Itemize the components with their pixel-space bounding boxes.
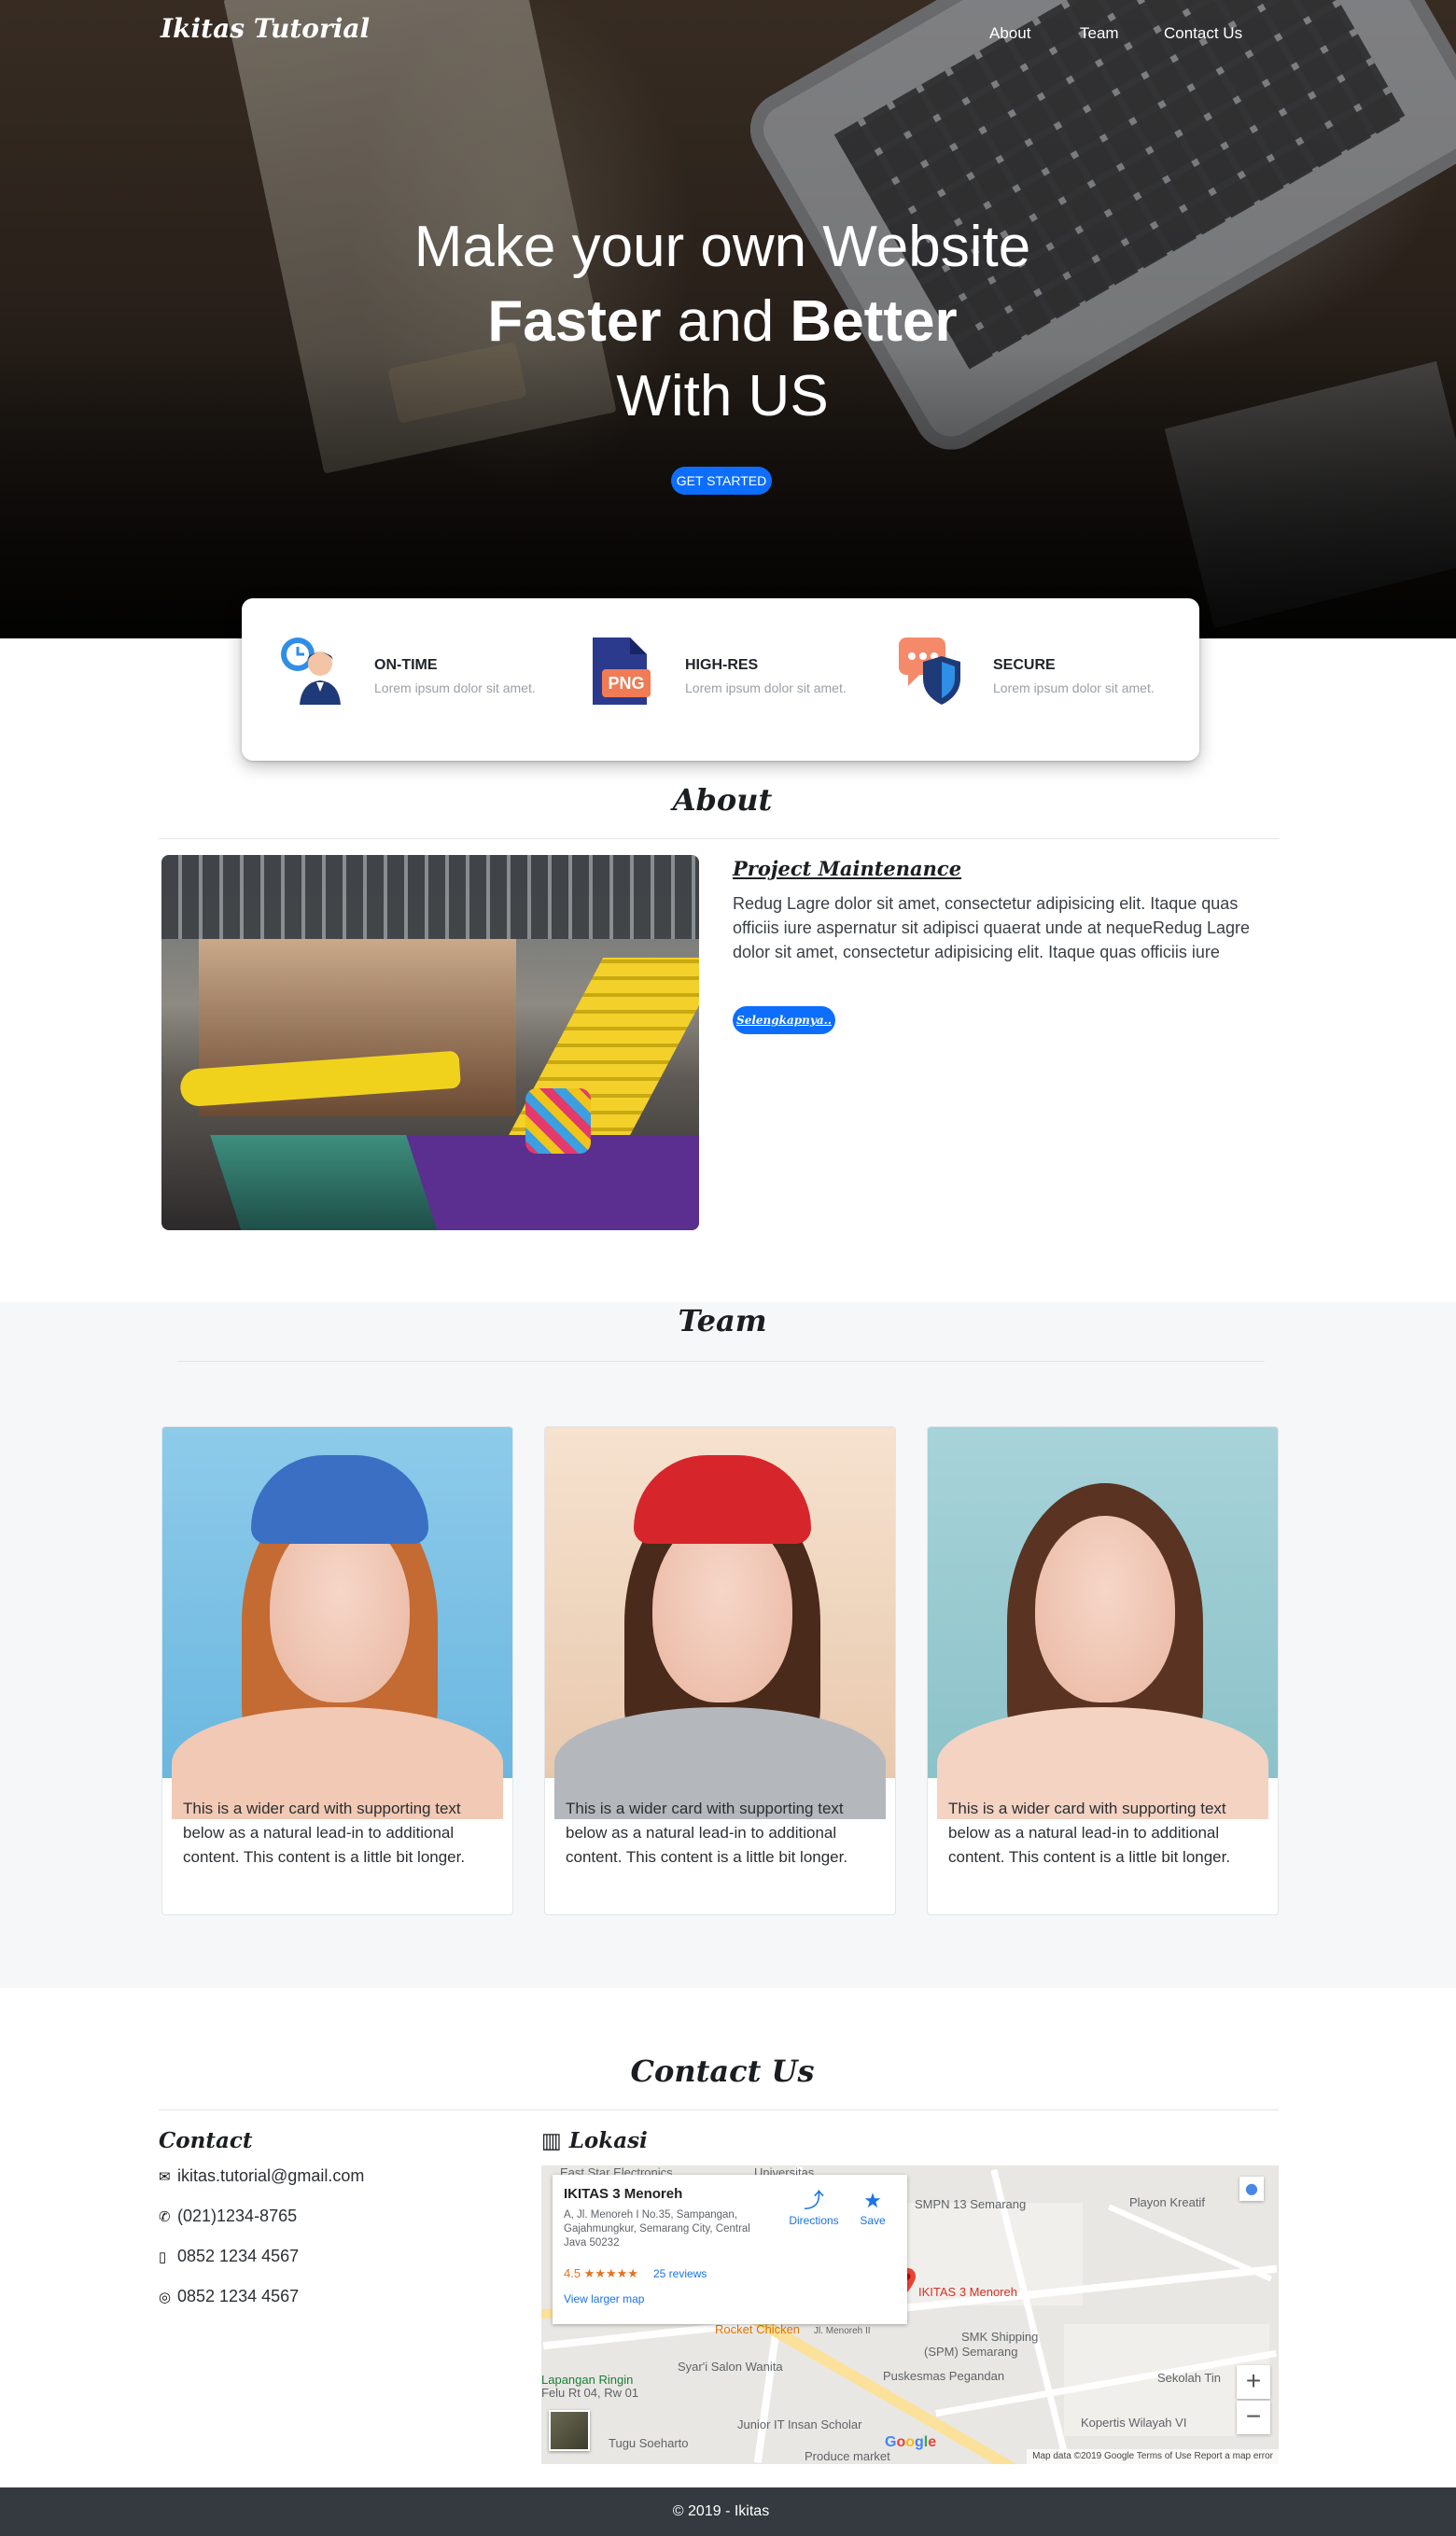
directions-icon: ⤴ xyxy=(803,2189,824,2212)
hero-better: Better xyxy=(790,289,958,354)
feature-secure: SECURE Lorem ipsum dolor sit amet. xyxy=(895,634,1194,727)
map-zoom-out-button[interactable]: − xyxy=(1237,2401,1270,2434)
map-label-smk: SMK Shipping xyxy=(961,2330,1039,2344)
hero-section: Ikitas Tutorial About Team Contact Us Ma… xyxy=(0,0,1456,638)
map-label-syari: Syar'i Salon Wanita xyxy=(678,2360,783,2374)
phone-icon: ✆ xyxy=(159,2209,171,2225)
map-label-puskesmas: Puskesmas Pegandan xyxy=(883,2369,1005,2383)
map-label-spm: (SPM) Semarang xyxy=(924,2345,1018,2359)
features-card: ON-TIME Lorem ipsum dolor sit amet. PNG … xyxy=(242,598,1199,761)
team-photo xyxy=(928,1427,1278,1819)
contact-whatsapp[interactable]: ◎ 0852 1234 4567 xyxy=(159,2287,299,2306)
footer: © 2019 - Ikitas xyxy=(0,2487,1456,2536)
map-label-kopertis: Kopertis Wilayah VI xyxy=(1081,2416,1187,2430)
hero-faster: Faster xyxy=(487,289,662,354)
envelope-icon: ✉ xyxy=(159,2169,171,2185)
map-label-smpn: SMPN 13 Semarang xyxy=(915,2197,1027,2211)
hero-line-2: Faster and Better xyxy=(0,285,1445,359)
png-file-icon: PNG xyxy=(593,638,651,705)
map-label-rocket: Rocket Chicken xyxy=(715,2322,801,2336)
location-heading: ▥ Lokasi xyxy=(541,2128,648,2153)
map-attribution[interactable]: Map data ©2019 Google Terms of Use Repor… xyxy=(1027,2449,1279,2464)
map-label-tugu: Tugu Soeharto xyxy=(609,2436,689,2450)
about-office-image xyxy=(161,855,699,1230)
team-card-text: This is a wider card with supporting tex… xyxy=(948,1800,1231,1866)
nav-link-about[interactable]: About xyxy=(989,24,1030,43)
footer-copyright: © 2019 - Ikitas xyxy=(672,2503,770,2519)
read-more-button[interactable]: Selengkapnya.. xyxy=(733,1006,835,1034)
hero-line-3: With US xyxy=(616,364,829,428)
about-divider xyxy=(159,838,1279,839)
google-map[interactable]: East Star Electronics Universitas SMPN 1… xyxy=(541,2165,1279,2464)
map-label-playon: Playon Kreatif xyxy=(1129,2195,1205,2209)
team-card-text: This is a wider card with supporting tex… xyxy=(183,1800,466,1866)
map-label-lapangan: Lapangan Ringin xyxy=(541,2373,634,2387)
map-label-produce: Produce market xyxy=(805,2449,890,2463)
star-icon: ★ xyxy=(863,2189,882,2212)
team-photo xyxy=(162,1427,512,1819)
google-logo: Google xyxy=(885,2434,937,2450)
team-photo xyxy=(545,1427,895,1819)
brand-logo[interactable]: Ikitas Tutorial xyxy=(161,13,370,44)
contact-heading: Contact xyxy=(159,2128,253,2153)
contact-mobile[interactable]: ▯ 0852 1234 4567 xyxy=(159,2247,299,2266)
get-started-button[interactable]: GET STARTED xyxy=(671,467,772,495)
map-place-name: IKITAS 3 Menoreh xyxy=(564,2186,683,2202)
map-marker-label[interactable]: IKITAS 3 Menoreh xyxy=(918,2285,1017,2299)
about-paragraph: Redug Lagre dolor sit amet, consectetur … xyxy=(733,894,1251,961)
team-card-text: This is a wider card with supporting tex… xyxy=(566,1800,848,1866)
map-label-jl-menoreh: Jl. Menoreh II xyxy=(814,2326,871,2336)
team-section-title: Team xyxy=(678,1303,767,1338)
map-icon: ▥ xyxy=(541,2128,562,2153)
team-card: This is a wider card with supporting tex… xyxy=(927,1426,1279,1915)
street-view-pegman-icon[interactable]: ● xyxy=(1239,2177,1264,2201)
svg-text:PNG: PNG xyxy=(608,674,644,693)
map-label-felu: Felu Rt 04, Rw 01 xyxy=(541,2386,639,2400)
team-divider xyxy=(177,1361,1265,1362)
map-zoom-in-button[interactable]: + xyxy=(1237,2365,1270,2399)
team-card: This is a wider card with supporting tex… xyxy=(161,1426,513,1915)
map-satellite-toggle[interactable] xyxy=(549,2410,590,2451)
hero-line-1: Make your own Website xyxy=(413,215,1031,279)
map-view-larger-link[interactable]: View larger map xyxy=(564,2292,644,2305)
whatsapp-icon: ◎ xyxy=(159,2290,172,2305)
map-save-button[interactable]: ★ Save xyxy=(849,2188,896,2227)
contact-divider xyxy=(159,2109,1279,2110)
navbar: Ikitas Tutorial About Team Contact Us xyxy=(0,0,1456,65)
nav-link-team[interactable]: Team xyxy=(1080,24,1119,43)
map-label-junior: Junior IT Insan Scholar xyxy=(737,2417,862,2431)
about-section-title: About xyxy=(672,782,773,818)
feature-high-res: PNG HIGH-RES Lorem ipsum dolor sit amet. xyxy=(587,634,886,727)
hero-and: and xyxy=(677,289,775,354)
feature-text-on-time: Lorem ipsum dolor sit amet. xyxy=(374,680,536,695)
about-heading[interactable]: Project Maintenance xyxy=(733,857,961,880)
contact-section-title: Contact Us xyxy=(630,2053,815,2089)
feature-title-secure: SECURE xyxy=(993,657,1056,673)
map-info-card: IKITAS 3 Menoreh A, Jl. Menoreh I No.35,… xyxy=(553,2175,907,2324)
map-label-sekolah: Sekolah Tin xyxy=(1157,2371,1221,2385)
nav-link-contact[interactable]: Contact Us xyxy=(1164,24,1242,43)
map-directions-button[interactable]: ⤴ Directions xyxy=(781,2188,847,2227)
mobile-icon: ▯ xyxy=(159,2249,167,2265)
hero-headline: Make your own Website Faster and Better … xyxy=(0,210,1445,434)
on-time-icon xyxy=(281,638,341,705)
feature-title-on-time: ON-TIME xyxy=(374,657,438,673)
team-card: This is a wider card with supporting tex… xyxy=(544,1426,896,1915)
feature-on-time: ON-TIME Lorem ipsum dolor sit amet. xyxy=(277,634,576,727)
secure-shield-icon xyxy=(899,638,960,705)
map-place-rating: 4.5 ★★★★★ xyxy=(564,2266,638,2280)
contact-phone[interactable]: ✆ (021)1234-8765 xyxy=(159,2207,297,2226)
map-reviews-link[interactable]: 25 reviews xyxy=(653,2267,707,2280)
map-place-address: A, Jl. Menoreh I No.35, Sampangan, Gajah… xyxy=(564,2209,750,2249)
feature-title-high-res: HIGH-RES xyxy=(685,657,759,673)
feature-text-secure: Lorem ipsum dolor sit amet. xyxy=(993,680,1155,695)
feature-text-high-res: Lorem ipsum dolor sit amet. xyxy=(685,680,847,695)
contact-email[interactable]: ✉ ikitas.tutorial@gmail.com xyxy=(159,2166,364,2186)
